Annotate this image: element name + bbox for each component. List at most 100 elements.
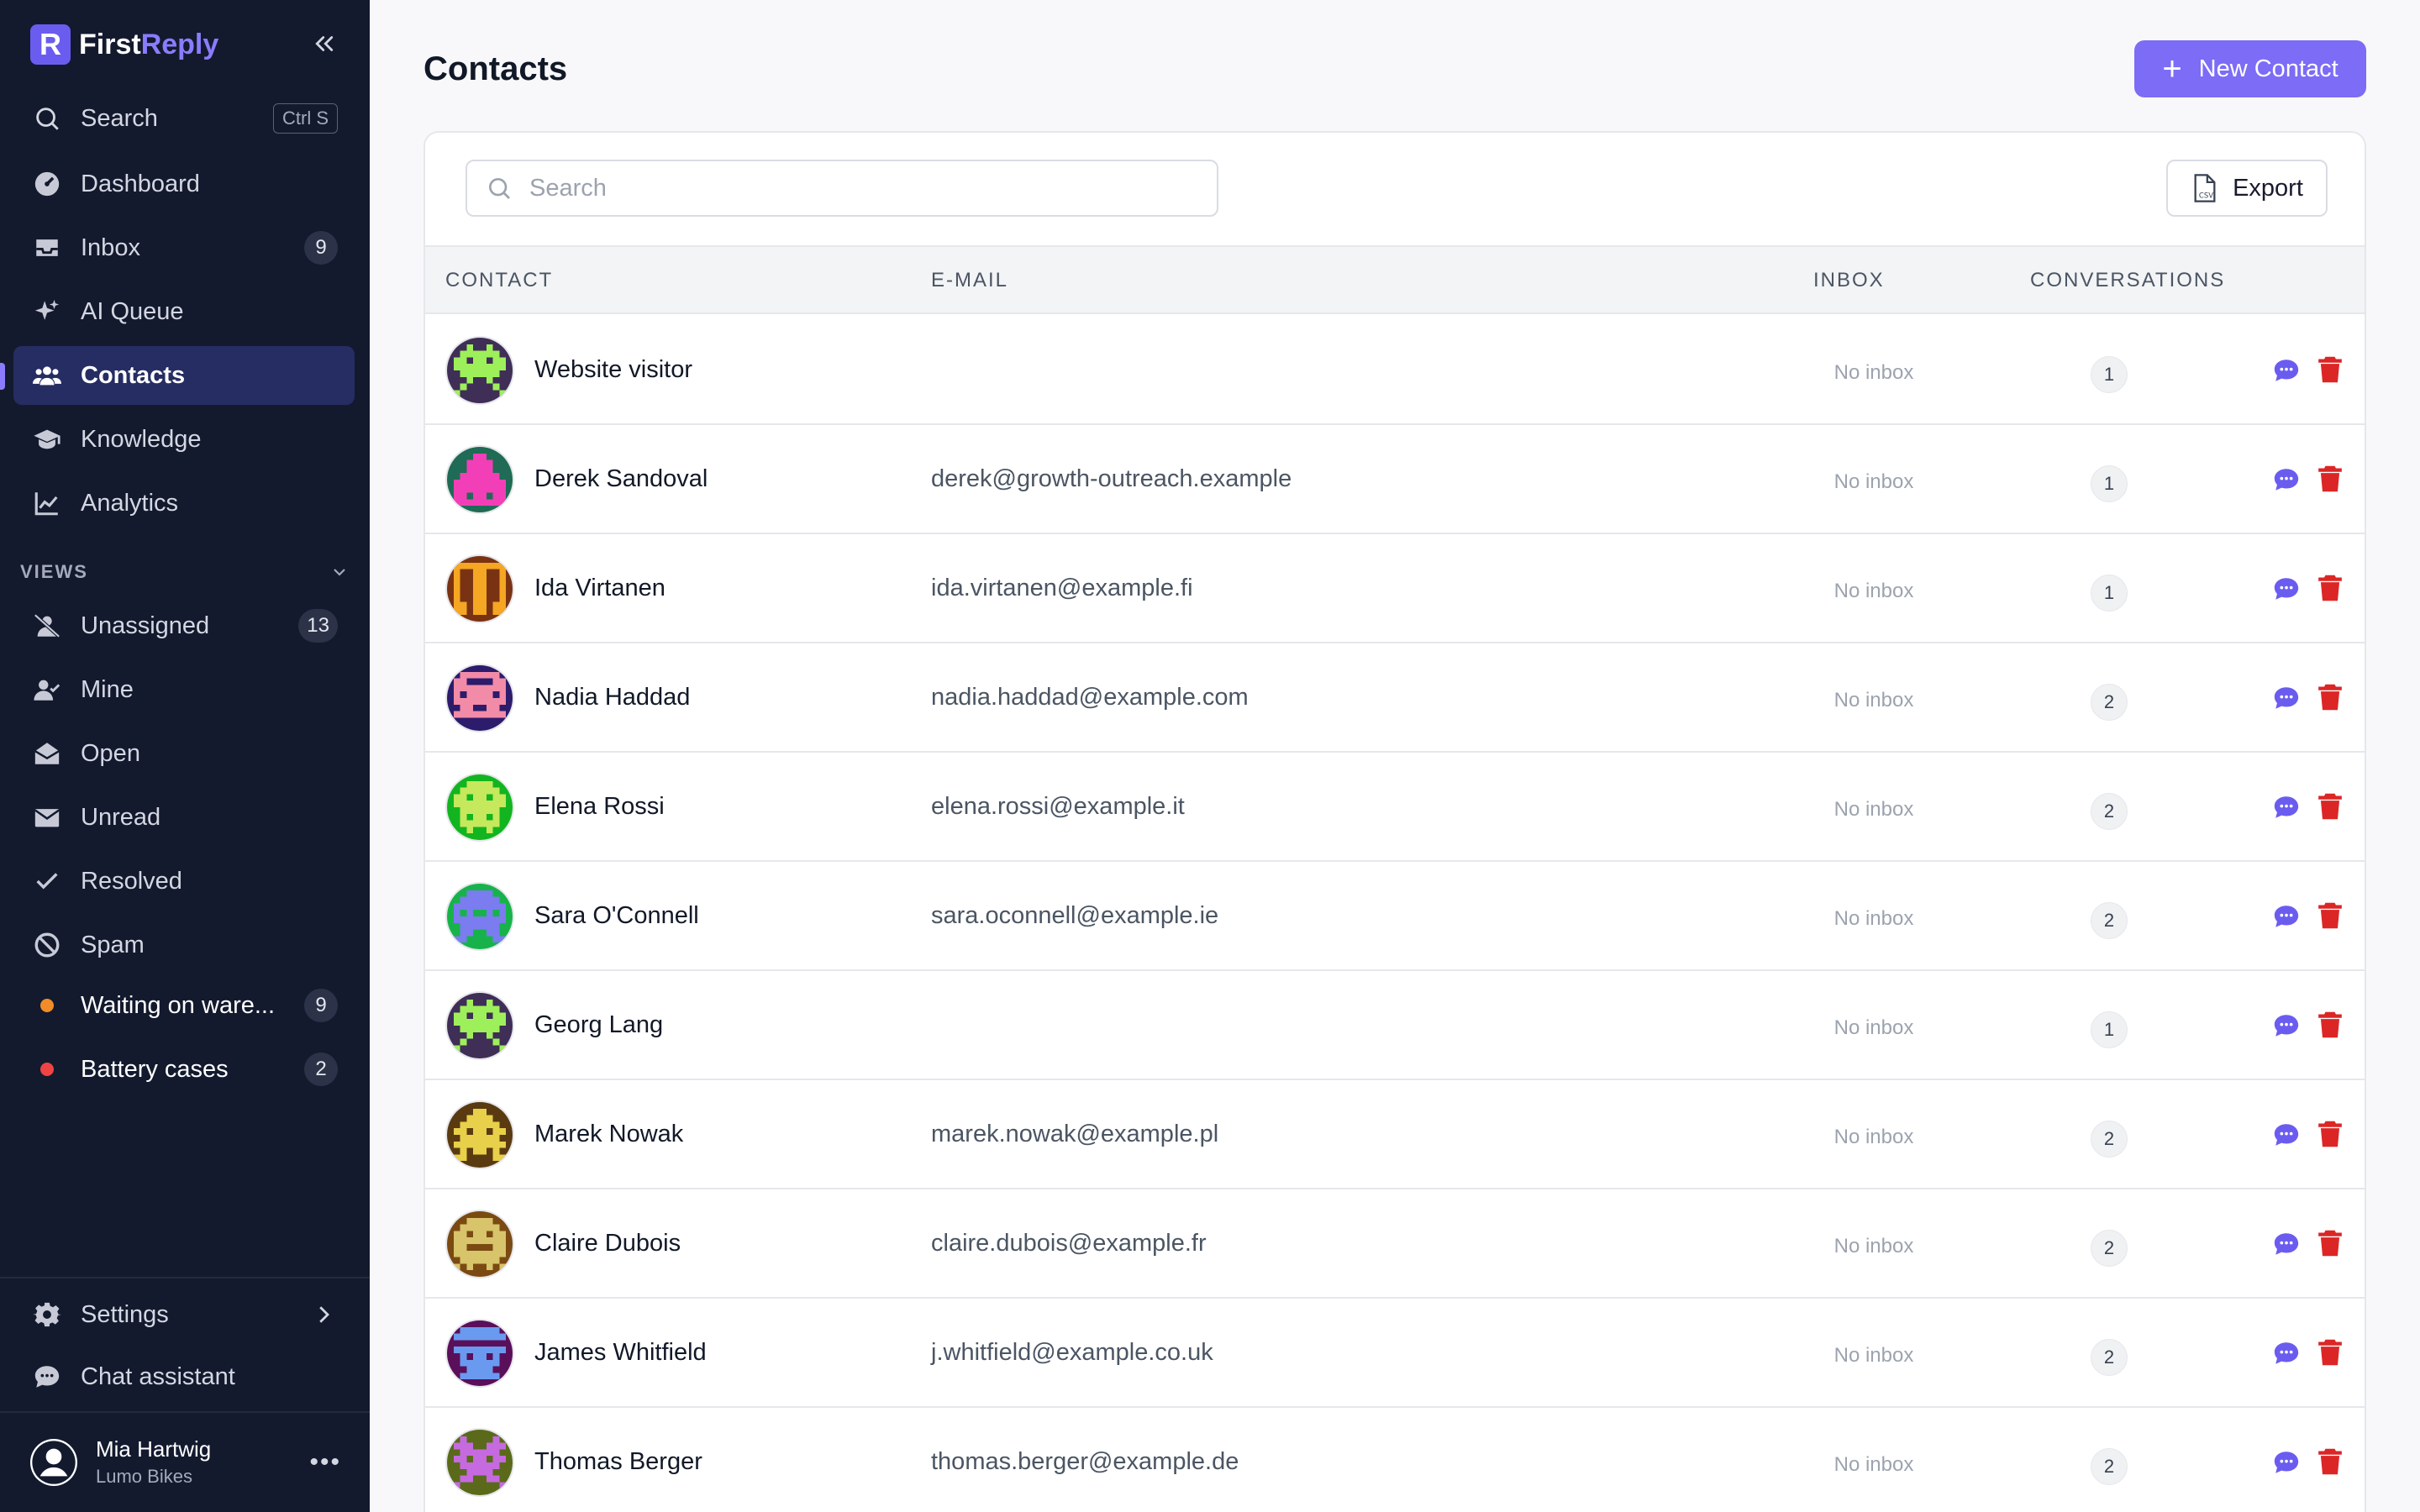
table-row[interactable]: Derek Sandoval derek@growth-outreach.exam…	[425, 425, 2365, 534]
table-row[interactable]: Elena Rossi elena.rossi@example.it No inbo…	[425, 753, 2365, 862]
sidebar-item-dashboard[interactable]: Dashboard	[13, 155, 355, 213]
column-header-email[interactable]: E-MAIL	[931, 269, 1008, 292]
avatar	[445, 554, 514, 623]
unassigned-count-badge: 13	[298, 609, 338, 643]
column-header-inbox[interactable]: INBOX	[1813, 269, 1885, 292]
export-button[interactable]: CSV Export	[2166, 160, 2328, 217]
trash-icon[interactable]	[2316, 1446, 2344, 1477]
table-row[interactable]: Ida Virtanen ida.virtanen@example.fi No in…	[425, 534, 2365, 643]
contact-inbox: No inbox	[1833, 1235, 1914, 1257]
contact-name[interactable]: Sara O'Connell	[534, 902, 699, 930]
sidebar-item-spam[interactable]: Spam	[13, 916, 355, 974]
contact-name[interactable]: Elena Rossi	[534, 793, 665, 821]
trash-icon[interactable]	[2316, 791, 2344, 822]
contact-name[interactable]: Nadia Haddad	[534, 684, 690, 711]
page-title: Contacts	[424, 50, 568, 87]
avatar	[445, 882, 514, 951]
chat-icon[interactable]	[2272, 1121, 2301, 1149]
sidebar-item-label: Open	[81, 739, 140, 767]
chat-icon[interactable]	[2272, 465, 2301, 494]
sidebar-item-knowledge[interactable]: Knowledge	[13, 410, 355, 469]
trash-icon[interactable]	[2316, 464, 2344, 494]
sidebar-item-settings[interactable]: Settings	[13, 1285, 355, 1344]
inbox-count-badge: 9	[304, 231, 338, 265]
sidebar-item-inbox[interactable]: Inbox 9	[13, 218, 355, 277]
chat-icon[interactable]	[2272, 575, 2301, 603]
contact-name[interactable]: Claire Dubois	[534, 1230, 681, 1257]
sidebar-item-contacts[interactable]: Contacts	[13, 346, 355, 405]
trash-icon[interactable]	[2316, 1228, 2344, 1258]
label-dot-icon	[32, 990, 62, 1021]
trash-icon[interactable]	[2316, 1010, 2344, 1040]
brand[interactable]: R FirstReply	[30, 24, 218, 66]
sidebar-item-label: Analytics	[81, 489, 179, 517]
chat-icon[interactable]	[2272, 902, 2301, 931]
new-contact-button[interactable]: + New Contact	[2134, 40, 2366, 97]
user-profile[interactable]: Mia Hartwig Lumo Bikes •••	[30, 1436, 341, 1488]
svg-text:CSV: CSV	[2199, 192, 2213, 200]
user-info: Mia Hartwig Lumo Bikes	[96, 1436, 309, 1488]
table-row[interactable]: Marek Nowak marek.nowak@example.pl No inbo…	[425, 1080, 2365, 1189]
column-header-contact[interactable]: CONTACT	[445, 269, 553, 292]
sidebar-item-waiting-on-warehouse[interactable]: Waiting on ware... 9	[13, 976, 355, 1035]
search-icon	[32, 103, 62, 134]
chat-icon[interactable]	[2272, 1011, 2301, 1040]
chevron-down-icon	[334, 569, 345, 576]
sidebar-item-label: AI Queue	[81, 297, 184, 325]
contact-name[interactable]: Website visitor	[534, 356, 692, 384]
sidebar-item-label: Dashboard	[81, 170, 200, 197]
brand-name: FirstReply	[79, 29, 218, 61]
table-row[interactable]: Nadia Haddad nadia.haddad@example.com No i…	[425, 643, 2365, 753]
more-icon[interactable]: •••	[309, 1448, 341, 1477]
chat-icon[interactable]	[2272, 356, 2301, 385]
sidebar-item-label: Inbox	[81, 234, 140, 261]
chat-icon[interactable]	[2272, 1339, 2301, 1368]
sidebar-item-resolved[interactable]: Resolved	[13, 852, 355, 911]
contact-name[interactable]: Derek Sandoval	[534, 465, 708, 493]
trash-icon[interactable]	[2316, 573, 2344, 603]
trash-icon[interactable]	[2316, 354, 2344, 385]
contact-name[interactable]: Marek Nowak	[534, 1121, 683, 1148]
sidebar-divider	[0, 1411, 370, 1413]
sidebar-item-unread[interactable]: Unread	[13, 788, 355, 847]
table-row[interactable]: Sara O'Connell sara.oconnell@example.ie No…	[425, 862, 2365, 971]
envelope-open-icon	[32, 738, 62, 769]
table-header: CONTACT E-MAIL INBOX CONVERSATIONS	[425, 245, 2365, 314]
column-header-conversations[interactable]: CONVERSATIONS	[2030, 269, 2225, 292]
contact-email: thomas.berger@example.de	[931, 1448, 1239, 1475]
sidebar-item-chat-assistant[interactable]: Chat assistant	[13, 1347, 355, 1406]
sidebar-item-mine[interactable]: Mine	[13, 660, 355, 719]
contact-name[interactable]: James Whitfield	[534, 1339, 707, 1367]
search-input[interactable]	[529, 174, 1168, 202]
collapse-sidebar-icon[interactable]	[308, 27, 341, 60]
table-row[interactable]: Claire Dubois claire.dubois@example.fr No …	[425, 1189, 2365, 1299]
contact-name[interactable]: Georg Lang	[534, 1011, 663, 1039]
table-row[interactable]: Georg Lang No inbox 1	[425, 971, 2365, 1080]
conversation-count-badge: 2	[2091, 1230, 2128, 1267]
sidebar-search[interactable]: Search Ctrl S	[13, 89, 355, 148]
table-row[interactable]: Thomas Berger thomas.berger@example.de No …	[425, 1408, 2365, 1512]
sidebar-item-analytics[interactable]: Analytics	[13, 474, 355, 533]
sidebar-item-battery-cases[interactable]: Battery cases 2	[13, 1040, 355, 1099]
contact-email: ida.virtanen@example.fi	[931, 575, 1193, 601]
contact-inbox: No inbox	[1833, 1016, 1914, 1039]
views-section-header[interactable]: VIEWS	[20, 561, 350, 583]
table-row[interactable]: Website visitor No inbox 1	[425, 316, 2365, 425]
trash-icon[interactable]	[2316, 1337, 2344, 1368]
chat-icon[interactable]	[2272, 1448, 2301, 1477]
contact-name[interactable]: Ida Virtanen	[534, 575, 666, 602]
table-row[interactable]: James Whitfield j.whitfield@example.co.uk…	[425, 1299, 2365, 1408]
contact-name[interactable]: Thomas Berger	[534, 1448, 702, 1476]
sidebar-item-ai-queue[interactable]: AI Queue	[13, 282, 355, 341]
conversation-count-badge: 2	[2091, 1339, 2128, 1376]
sidebar-item-open[interactable]: Open	[13, 724, 355, 783]
sidebar-item-unassigned[interactable]: Unassigned 13	[13, 596, 355, 655]
trash-icon[interactable]	[2316, 900, 2344, 931]
trash-icon[interactable]	[2316, 1119, 2344, 1149]
contact-email: elena.rossi@example.it	[931, 793, 1185, 820]
trash-icon[interactable]	[2316, 682, 2344, 712]
chat-icon[interactable]	[2272, 1230, 2301, 1258]
search-field[interactable]	[466, 160, 1218, 217]
chat-icon[interactable]	[2272, 793, 2301, 822]
chat-icon[interactable]	[2272, 684, 2301, 712]
